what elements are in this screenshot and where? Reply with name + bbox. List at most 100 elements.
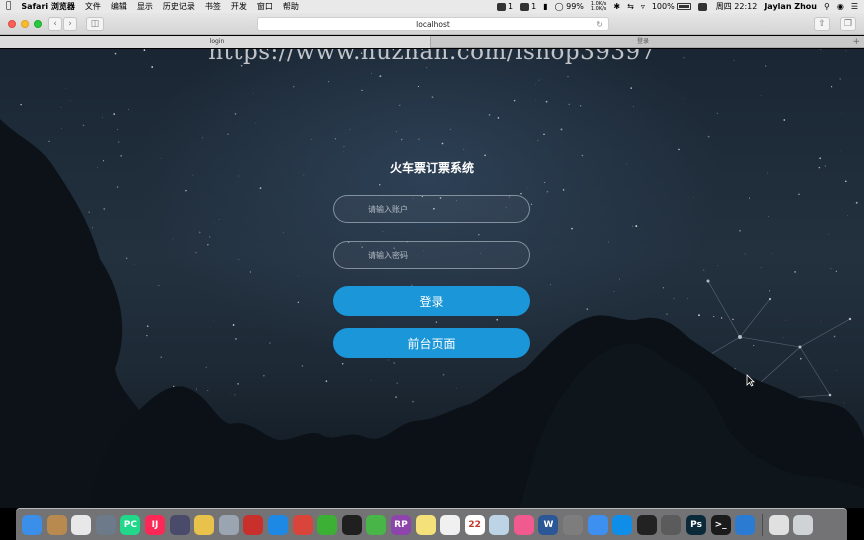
tabs-overview-icon: ❐ (843, 19, 853, 29)
star (839, 78, 842, 80)
system-preferences-icon[interactable] (563, 514, 584, 535)
network-speed[interactable]: 1.0K/s 1.0K/s (591, 1, 607, 12)
star (768, 215, 770, 217)
back-button[interactable]: ‹ (48, 17, 62, 31)
star (252, 93, 254, 94)
menu-window[interactable]: 窗口 (257, 0, 273, 13)
star (116, 186, 119, 188)
baidu-netdisk-icon[interactable] (587, 514, 608, 535)
new-tab-plus-icon[interactable]: + (852, 36, 860, 48)
star (441, 142, 444, 145)
trash-icon[interactable] (793, 514, 814, 535)
menu-develop[interactable]: 开发 (231, 0, 247, 13)
edge-icon[interactable] (735, 514, 756, 535)
word-icon[interactable]: W (538, 514, 559, 535)
star (635, 225, 638, 228)
wechat-icon[interactable] (317, 514, 338, 535)
input-method-icon[interactable] (697, 2, 709, 11)
star (207, 390, 209, 391)
star (370, 380, 372, 381)
sublime-icon[interactable] (169, 514, 190, 535)
star (292, 85, 295, 88)
siri-icon[interactable]: ◉ (837, 0, 844, 13)
star (836, 370, 837, 372)
pycharm-icon[interactable]: PC (120, 514, 141, 535)
star (234, 113, 237, 115)
forward-button[interactable]: › (63, 17, 77, 31)
reload-icon[interactable]: ↻ (596, 18, 603, 31)
teamviewer-icon[interactable] (612, 514, 633, 535)
star (435, 321, 438, 323)
user-name[interactable]: Jaylan Zhou (764, 0, 817, 13)
menu-file[interactable]: 文件 (85, 0, 101, 13)
stickies-icon[interactable] (415, 514, 436, 535)
photoshop-icon[interactable]: Ps (686, 514, 707, 535)
menu-edit[interactable]: 编辑 (111, 0, 127, 13)
front-page-button[interactable]: 前台页面 (333, 328, 530, 358)
password-input[interactable] (333, 241, 530, 269)
star (185, 189, 187, 192)
menu-app-name[interactable]: Safari 浏览器 (21, 0, 75, 13)
calendar-icon[interactable]: 22 (464, 514, 485, 535)
notification-center-icon[interactable]: ☰ (851, 0, 858, 13)
cyberduck-icon[interactable] (194, 514, 215, 535)
star (349, 128, 351, 130)
show-tabs-button[interactable]: ❐ (840, 17, 856, 31)
qq-status[interactable]: 1 (497, 0, 513, 13)
axure-rp-icon[interactable]: RP (390, 514, 411, 535)
apple-logo-icon[interactable]:  (6, 0, 11, 13)
star (586, 308, 589, 310)
menu-bookmarks[interactable]: 书签 (205, 0, 221, 13)
bluetooth-icon[interactable]: ✱ (613, 0, 620, 13)
star (693, 197, 694, 198)
clock[interactable]: 周四 22:12 (716, 0, 758, 13)
itunes-icon[interactable] (513, 514, 534, 535)
text-editor-icon[interactable] (440, 514, 461, 535)
star (820, 320, 822, 322)
qq-notify-icon[interactable] (636, 514, 657, 535)
cpu-status[interactable]: ◯ 99% (555, 0, 584, 13)
battery-status[interactable]: 100% (652, 0, 691, 13)
preview-icon[interactable] (489, 514, 510, 535)
minimize-window-button[interactable] (21, 20, 29, 28)
close-window-button[interactable] (8, 20, 16, 28)
address-bar[interactable]: localhost ↻ (257, 17, 609, 31)
green-app-icon[interactable] (366, 514, 387, 535)
mail-red-icon[interactable] (292, 514, 313, 535)
login-button[interactable]: 登录 (333, 286, 530, 316)
intellij-icon[interactable]: IJ (144, 514, 165, 535)
username-input[interactable] (333, 195, 530, 223)
zoom-window-button[interactable] (34, 20, 42, 28)
notes-book-icon[interactable] (46, 514, 67, 535)
share-button[interactable]: ⇧ (814, 17, 830, 31)
star (238, 259, 240, 261)
photos-icon[interactable] (71, 514, 92, 535)
tab-denglu[interactable]: 登录 (432, 36, 850, 48)
mysql-workbench-icon[interactable] (661, 514, 682, 535)
finder-icon[interactable] (22, 514, 42, 535)
launchpad-icon[interactable] (95, 514, 116, 535)
menu-view[interactable]: 显示 (137, 0, 153, 13)
spotlight-search-icon[interactable]: ⚲ (824, 0, 830, 13)
sidebar-toggle-button[interactable]: ◫ (86, 17, 104, 31)
star (581, 154, 584, 157)
airplay-icon[interactable]: ⇆ (627, 0, 634, 13)
star (158, 285, 160, 287)
menu-history[interactable]: 历史记录 (163, 0, 195, 13)
redis-icon[interactable] (243, 514, 264, 535)
disk-utility-icon[interactable] (218, 514, 239, 535)
star (160, 158, 162, 159)
bell-status-icon[interactable]: ▮ (543, 0, 547, 13)
documents-stack-icon[interactable] (768, 514, 789, 535)
wechat-status[interactable]: 1 (520, 0, 536, 13)
qq-icon[interactable] (341, 514, 362, 535)
wifi-icon[interactable]: ▿ (641, 0, 645, 13)
menu-help[interactable]: 帮助 (283, 0, 299, 13)
star (213, 222, 215, 224)
tab-login[interactable]: login (0, 36, 431, 48)
star (263, 375, 265, 377)
safari-icon[interactable] (267, 514, 288, 535)
star (753, 344, 755, 347)
terminal-icon[interactable]: >_ (710, 514, 731, 535)
tab-denglu-label: 登录 (636, 38, 649, 45)
